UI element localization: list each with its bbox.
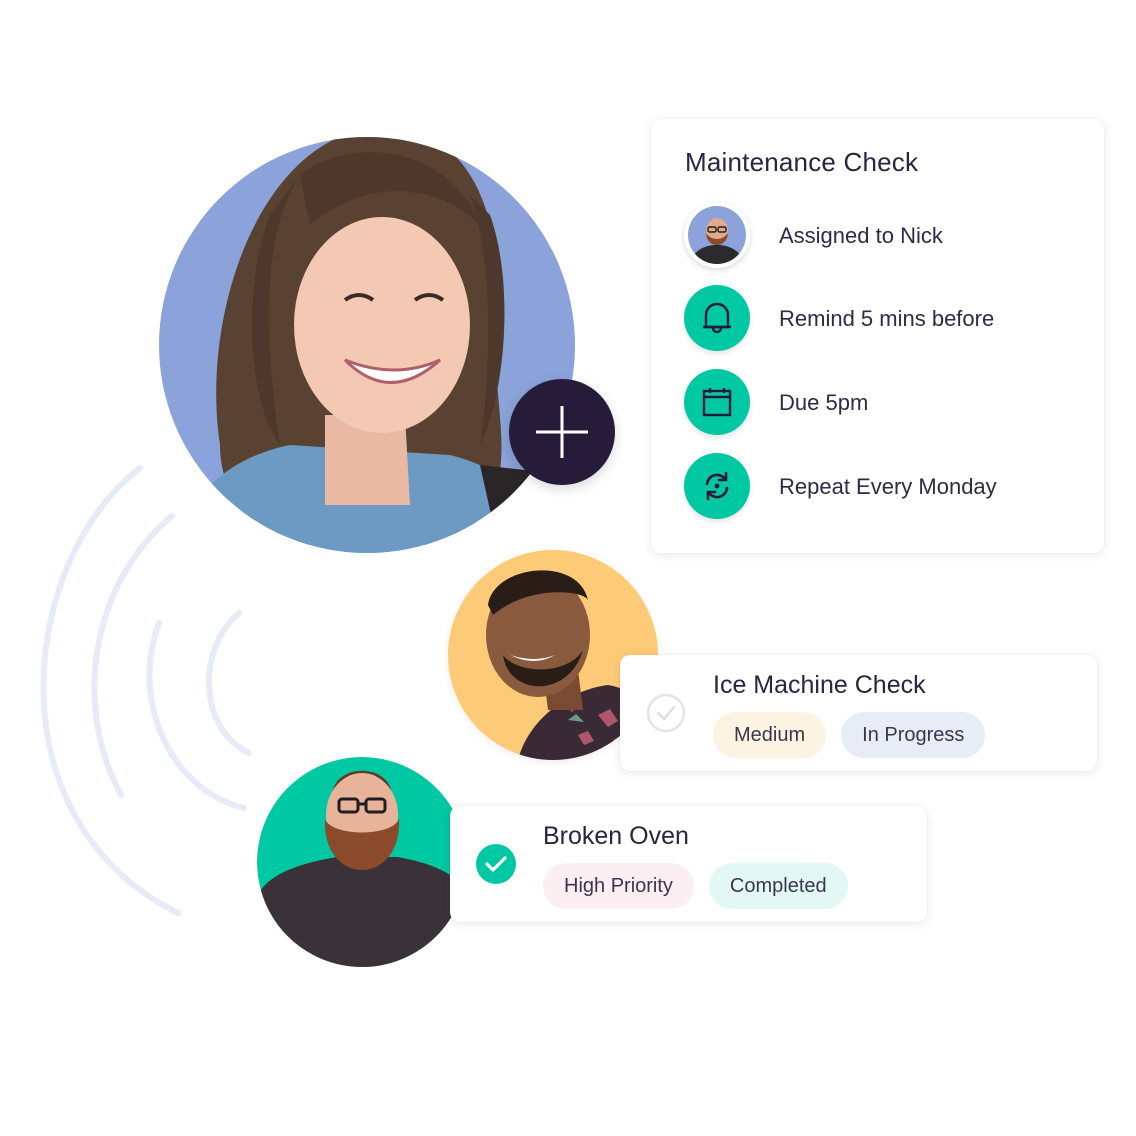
- status-badge: Completed: [708, 863, 848, 909]
- task-card-ice-machine[interactable]: Ice Machine Check Medium In Progress: [620, 655, 1097, 771]
- arc-inner: [206, 610, 252, 756]
- task-title: Broken Oven: [543, 822, 689, 850]
- add-task-button[interactable]: [509, 379, 615, 485]
- task-title: Ice Machine Check: [713, 671, 926, 699]
- plus-icon: [536, 406, 588, 458]
- priority-badge: High Priority: [543, 863, 694, 909]
- avatar-woman: [150, 115, 590, 560]
- incomplete-check-icon[interactable]: [646, 693, 686, 733]
- reminder-row[interactable]: Remind 5 mins before: [684, 285, 1084, 353]
- task-badges: Medium In Progress: [713, 712, 986, 758]
- maintenance-check-card[interactable]: Maintenance Check Assigned to Nick Remin…: [651, 119, 1104, 553]
- reminder-icon-circle: [684, 285, 750, 351]
- avatar-woman-illustration: [159, 137, 575, 553]
- task-badges: High Priority Completed: [543, 863, 848, 909]
- calendar-icon: [702, 388, 732, 417]
- priority-badge: Medium: [713, 712, 827, 758]
- repeat-icon-circle: [684, 453, 750, 519]
- assignee-avatar: [684, 202, 750, 268]
- due-label: Due 5pm: [779, 390, 869, 415]
- repeat-row[interactable]: Repeat Every Monday: [684, 453, 1084, 521]
- task-card-broken-oven[interactable]: Broken Oven High Priority Completed: [450, 806, 927, 922]
- avatar-man-teal-illustration: [257, 757, 467, 967]
- bell-icon: [703, 302, 731, 334]
- card-title: Maintenance Check: [685, 147, 919, 177]
- due-icon-circle: [684, 369, 750, 435]
- reminder-label: Remind 5 mins before: [779, 306, 995, 331]
- avatar-man-teal: [257, 757, 467, 967]
- status-badge: In Progress: [841, 712, 986, 758]
- assignee-label: Assigned to Nick: [779, 223, 943, 248]
- assignee-row[interactable]: Assigned to Nick: [684, 202, 1084, 270]
- due-row[interactable]: Due 5pm: [684, 369, 1084, 437]
- repeat-label: Repeat Every Monday: [779, 474, 997, 499]
- arc-third: [146, 620, 247, 811]
- repeat-icon: [705, 471, 729, 501]
- avatar-nick-icon: [688, 206, 746, 264]
- completed-check-icon[interactable]: [476, 844, 516, 884]
